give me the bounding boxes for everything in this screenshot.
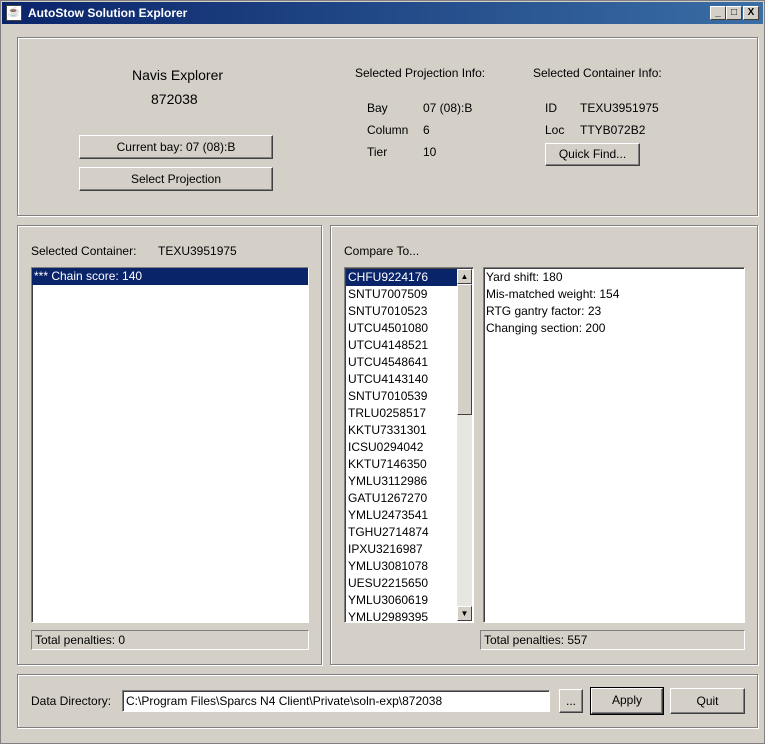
compare-list-item[interactable]: UTCU4501080 <box>346 320 458 337</box>
quit-button[interactable]: Quit <box>670 688 745 714</box>
column-value: 6 <box>423 123 430 137</box>
java-app-icon: ☕ <box>6 5 22 21</box>
scroll-up-icon[interactable]: ▲ <box>457 269 472 284</box>
compare-list-item[interactable]: YMLU2473541 <box>346 507 458 524</box>
maximize-button[interactable]: □ <box>726 6 742 20</box>
projection-info-title: Selected Projection Info: <box>355 66 486 80</box>
selected-container-panel: Selected Container: TEXU3951975 *** Chai… <box>17 225 322 665</box>
compare-list-item[interactable]: KKTU7331301 <box>346 422 458 439</box>
bay-value: 07 (08):B <box>423 101 473 115</box>
detail-item: Yard shift: 180 <box>486 270 563 284</box>
bay-label: Bay <box>367 101 388 115</box>
compare-list-item[interactable]: YMLU3081078 <box>346 558 458 575</box>
compare-list-item[interactable]: SNTU7007509 <box>346 286 458 303</box>
apply-button[interactable]: Apply <box>590 687 664 715</box>
compare-list-item[interactable]: TGHU2714874 <box>346 524 458 541</box>
compare-list-item[interactable]: IPXU3216987 <box>346 541 458 558</box>
scroll-thumb[interactable] <box>457 284 472 415</box>
compare-list-item[interactable]: ICSU0294042 <box>346 439 458 456</box>
compare-list-item[interactable]: YMLU3060619 <box>346 592 458 609</box>
id-label: ID <box>545 101 557 115</box>
compare-list-item[interactable]: SNTU7010523 <box>346 303 458 320</box>
compare-rows: CHFU9224176 SNTU7007509 SNTU7010523 UTCU450… <box>346 269 458 622</box>
compare-list[interactable]: CHFU9224176 SNTU7007509 SNTU7010523 UTCU450… <box>344 267 474 623</box>
compare-list-item[interactable]: GATU1267270 <box>346 490 458 507</box>
detail-item: Mis-matched weight: 154 <box>486 287 620 301</box>
select-projection-button[interactable]: Select Projection <box>79 167 273 191</box>
data-directory-label: Data Directory: <box>31 694 112 708</box>
tier-value: 10 <box>423 145 437 159</box>
scroll-down-icon[interactable]: ▼ <box>457 606 472 621</box>
app-name: Navis Explorer <box>132 67 224 83</box>
title-bar[interactable]: ☕ AutoStow Solution Explorer _ □ X <box>2 2 763 24</box>
compare-list-item[interactable]: SNTU7010539 <box>346 388 458 405</box>
compare-list-item[interactable]: KKTU7146350 <box>346 456 458 473</box>
window-title: AutoStow Solution Explorer <box>28 6 188 20</box>
loc-value: TTYB072B2 <box>580 123 646 137</box>
selected-container-id: TEXU3951975 <box>158 244 237 258</box>
compare-list-item[interactable]: UTCU4148521 <box>346 337 458 354</box>
list-item[interactable]: *** Chain score: 140 <box>32 268 308 285</box>
compare-list-item[interactable]: UTCU4548641 <box>346 354 458 371</box>
current-bay-button[interactable]: Current bay: 07 (08):B <box>79 135 273 159</box>
data-directory-input[interactable]: C:\Program Files\Sparcs N4 Client\Privat… <box>122 690 550 712</box>
id-value: TEXU3951975 <box>580 101 659 115</box>
main-window: ☕ AutoStow Solution Explorer _ □ X Navis… <box>0 0 765 744</box>
compare-list-item[interactable]: UESU2215650 <box>346 575 458 592</box>
tier-label: Tier <box>367 145 388 159</box>
column-label: Column <box>367 123 409 137</box>
quick-find-button[interactable]: Quick Find... <box>545 143 640 166</box>
detail-item: Changing section: 200 <box>486 321 606 335</box>
loc-label: Loc <box>545 123 565 137</box>
compare-list-item[interactable]: TRLU0258517 <box>346 405 458 422</box>
compare-list-item[interactable]: YMLU3112986 <box>346 473 458 490</box>
info-panel: Navis Explorer 872038 Current bay: 07 (0… <box>17 37 758 216</box>
left-total-penalties: Total penalties: 0 <box>31 630 309 650</box>
browse-button[interactable]: ... <box>559 689 583 713</box>
compare-list-item[interactable]: UTCU4143140 <box>346 371 458 388</box>
compare-list-item[interactable]: YMLU2989395 <box>346 609 458 622</box>
footer-panel: Data Directory: C:\Program Files\Sparcs … <box>17 674 758 728</box>
chain-score-list[interactable]: *** Chain score: 140 <box>31 267 309 623</box>
minimize-button[interactable]: _ <box>710 6 726 20</box>
compare-list-item[interactable]: CHFU9224176 <box>346 269 458 286</box>
explorer-id: 872038 <box>151 91 198 107</box>
close-button[interactable]: X <box>743 6 759 20</box>
container-info-title: Selected Container Info: <box>533 66 662 80</box>
right-total-penalties: Total penalties: 557 <box>480 630 745 650</box>
detail-item: RTG gantry factor: 23 <box>486 304 602 318</box>
selected-container-label: Selected Container: <box>31 244 137 258</box>
compare-to-label: Compare To... <box>344 244 420 258</box>
compare-panel: Compare To... CHFU9224176 SNTU7007509 SNTU… <box>330 225 758 665</box>
penalty-details-list[interactable]: Yard shift: 180 Mis-matched weight: 154 … <box>483 267 745 623</box>
compare-list-scrollbar[interactable]: ▲ ▼ <box>457 269 472 621</box>
